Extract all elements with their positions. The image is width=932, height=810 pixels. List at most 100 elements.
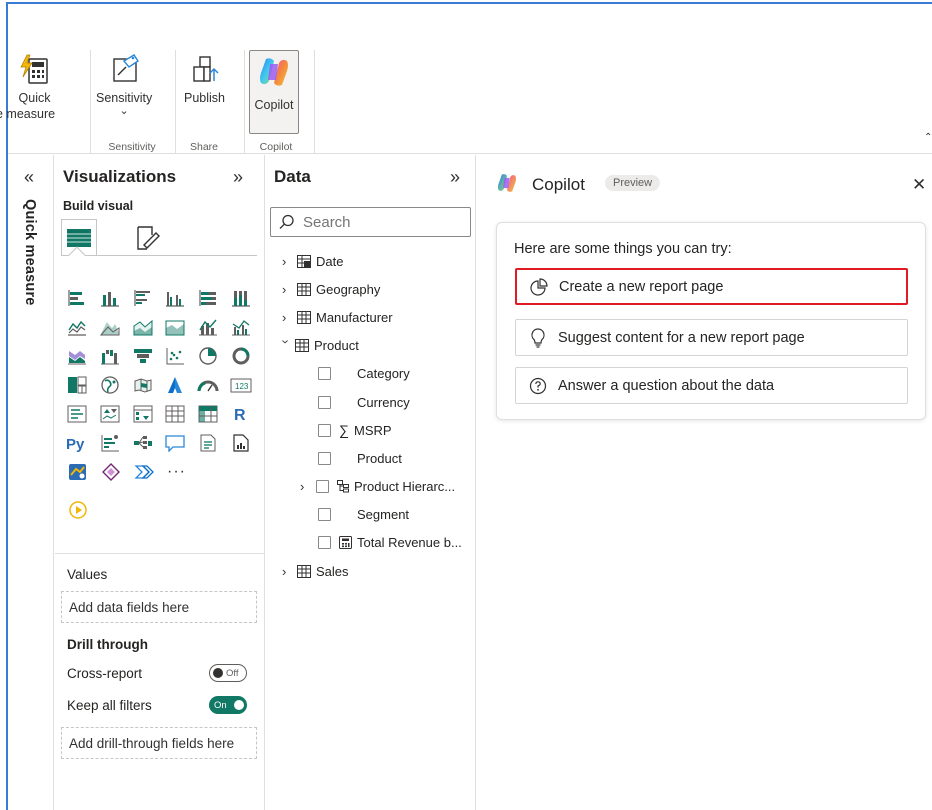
cross-report-toggle[interactable]: Off	[209, 664, 247, 682]
toggle-knob	[234, 700, 244, 710]
100-stacked-bar-chart-icon[interactable]	[194, 283, 223, 312]
stacked-area-chart-icon[interactable]	[128, 312, 157, 341]
field-item[interactable]: Product	[318, 448, 402, 468]
quick-measure-button[interactable]: Quick e measure	[0, 50, 55, 122]
suggest-content-button[interactable]: Suggest content for a new report page	[515, 319, 908, 356]
decomposition-tree-icon[interactable]	[128, 428, 157, 457]
field-item[interactable]: Total Revenue b...	[318, 532, 462, 552]
donut-chart-icon[interactable]	[226, 341, 255, 370]
publish-button[interactable]: Publish	[184, 50, 225, 106]
build-visual-label: Build visual	[63, 199, 134, 213]
100-stacked-column-chart-icon[interactable]	[226, 283, 255, 312]
sensitivity-button[interactable]: Sensitivity ⌄	[96, 50, 152, 117]
map-icon[interactable]	[96, 370, 125, 399]
values-drop-zone[interactable]: Add data fields here	[61, 591, 257, 623]
azure-map-icon[interactable]	[161, 370, 190, 399]
clustered-column-chart-icon[interactable]	[161, 283, 190, 312]
keep-all-filters-state: On	[214, 699, 227, 711]
answer-question-button[interactable]: Answer a question about the data	[515, 367, 908, 404]
quick-measure-icon	[16, 50, 54, 90]
drill-through-drop-zone[interactable]: Add drill-through fields here	[61, 727, 257, 759]
search-icon	[279, 214, 294, 229]
keep-all-filters-toggle[interactable]: On	[209, 696, 247, 714]
field-item[interactable]: Category	[318, 363, 410, 383]
ribbon-collapse-icon[interactable]: ⌃	[924, 132, 932, 143]
format-visual-tab[interactable]	[129, 221, 165, 255]
search-input[interactable]	[301, 212, 451, 232]
multi-row-card-icon[interactable]	[63, 399, 92, 428]
table-icon[interactable]	[161, 399, 190, 428]
ribbon: Quick e measure Sensitivity ⌄ Sensitivit…	[0, 4, 932, 154]
area-chart-icon[interactable]	[96, 312, 125, 341]
waterfall-chart-icon[interactable]	[96, 341, 125, 370]
power-automate-icon[interactable]	[129, 457, 158, 486]
quick-measure-rail-label[interactable]: Quick measure	[22, 199, 38, 306]
python-visual-icon[interactable]: Py	[63, 428, 92, 457]
clustered-bar-chart-icon[interactable]	[128, 283, 157, 312]
field-checkbox[interactable]	[318, 507, 331, 521]
field-checkbox[interactable]	[318, 366, 331, 380]
line-and-clustered-column-chart-icon[interactable]	[226, 312, 255, 341]
r-visual-icon[interactable]: R	[226, 399, 255, 428]
table-label: Date	[316, 253, 344, 269]
field-item[interactable]: ∑ MSRP	[318, 420, 392, 440]
field-checkbox[interactable]	[318, 395, 331, 409]
line-and-stacked-column-chart-icon[interactable]	[194, 312, 223, 341]
qa-visual-icon[interactable]	[161, 428, 190, 457]
field-checkbox[interactable]	[318, 451, 331, 465]
key-influencers-icon[interactable]	[96, 428, 125, 457]
search-box	[270, 207, 471, 237]
100-stacked-area-chart-icon[interactable]	[161, 312, 190, 341]
power-apps-icon[interactable]	[96, 457, 125, 486]
paginated-report-icon[interactable]	[226, 428, 255, 457]
stacked-column-chart-icon[interactable]	[96, 283, 125, 312]
field-item[interactable]: Currency	[318, 392, 410, 412]
ribbon-separator	[175, 50, 176, 154]
chevron-down-icon: ›	[278, 339, 294, 344]
field-item-hierarchy[interactable]: › Product Hierarc...	[300, 476, 455, 496]
field-checkbox[interactable]	[316, 479, 329, 493]
ribbon-separator	[314, 50, 315, 154]
ribbon-chart-icon[interactable]	[63, 341, 92, 370]
expand-right-icon[interactable]: »	[233, 167, 243, 188]
more-visuals-icon[interactable]: ···	[162, 457, 191, 486]
cross-report-label: Cross-report	[67, 665, 143, 681]
field-label: Segment	[357, 506, 410, 522]
keep-all-filters-row: Keep all filters On	[67, 696, 247, 714]
slicer-icon[interactable]	[128, 399, 157, 428]
quick-measure-rail: « Quick measure	[8, 155, 54, 810]
chevron-right-icon: ›	[282, 309, 287, 325]
stacked-bar-chart-icon[interactable]	[63, 283, 92, 312]
table-item-manufacturer[interactable]: › Manufacturer	[282, 307, 393, 327]
copilot-ribbon-button[interactable]: Copilot	[249, 50, 299, 134]
hierarchy-icon	[337, 479, 349, 493]
field-item[interactable]: Segment	[318, 504, 409, 524]
chevron-right-icon: ›	[282, 253, 287, 269]
line-chart-icon[interactable]	[63, 312, 92, 341]
field-checkbox[interactable]	[318, 535, 331, 549]
funnel-chart-icon[interactable]	[128, 341, 157, 370]
gauge-icon[interactable]	[194, 370, 223, 399]
treemap-icon[interactable]	[63, 370, 92, 399]
filled-map-icon[interactable]	[128, 370, 157, 399]
publish-icon	[186, 50, 224, 90]
create-report-page-button[interactable]: Create a new report page	[515, 268, 908, 305]
pie-chart-icon[interactable]	[194, 341, 223, 370]
table-item-product[interactable]: › Product	[278, 335, 359, 355]
card-icon[interactable]: 123	[226, 370, 255, 399]
smart-narrative-icon[interactable]	[194, 428, 223, 457]
sigma-icon: ∑	[339, 422, 349, 438]
matrix-icon[interactable]	[194, 399, 223, 428]
expand-right-icon[interactable]: »	[450, 167, 460, 188]
close-icon[interactable]: ✕	[912, 175, 926, 195]
chevron-right-icon: ›	[300, 478, 305, 494]
table-item-geography[interactable]: › Geography	[282, 279, 380, 299]
arcgis-map-icon[interactable]	[63, 457, 92, 486]
copilot-narrative-icon[interactable]	[63, 495, 92, 524]
field-checkbox[interactable]	[318, 423, 331, 437]
table-item-date[interactable]: › Date	[282, 251, 343, 271]
scatter-chart-icon[interactable]	[161, 341, 190, 370]
table-item-sales[interactable]: › Sales	[282, 561, 349, 581]
collapse-left-icon[interactable]: «	[24, 167, 34, 188]
kpi-icon[interactable]	[96, 399, 125, 428]
